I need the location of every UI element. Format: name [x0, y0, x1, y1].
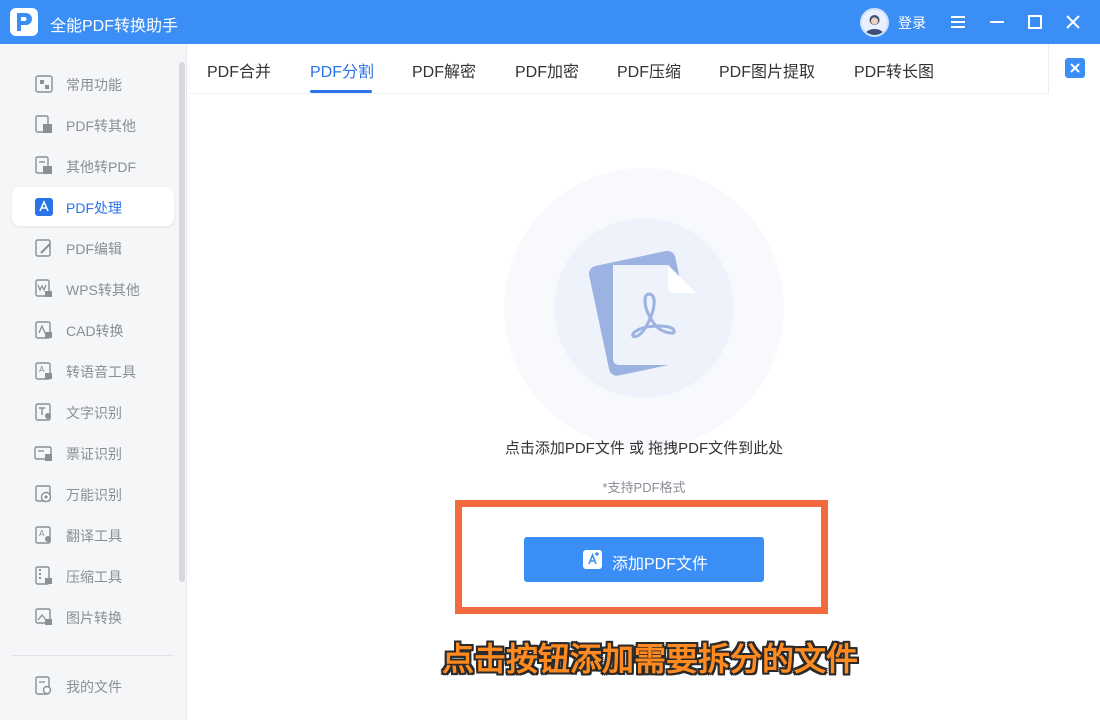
text-ocr-icon [33, 401, 55, 423]
sidebar-item-text-ocr[interactable]: 文字识别 [12, 392, 174, 431]
star-grid-icon [33, 73, 55, 95]
sidebar-item-label: PDF处理 [66, 200, 122, 216]
pdf-edit-icon [33, 237, 55, 259]
tab-pdf-encrypt[interactable]: PDF加密 [515, 58, 579, 82]
tab-pdf-merge[interactable]: PDF合并 [207, 58, 271, 82]
sidebar-item-label: PDF编辑 [66, 241, 122, 257]
sidebar-item-my-files[interactable]: 我的文件 [12, 666, 174, 705]
sidebar-item-universal-ocr[interactable]: 万能识别 [12, 474, 174, 513]
maximize-icon[interactable] [1019, 6, 1051, 38]
sidebar-item-label: 万能识别 [66, 487, 122, 503]
tab-pdf-long-image[interactable]: PDF转长图 [854, 58, 934, 82]
sidebar-item-label: 其他转PDF [66, 159, 136, 175]
pdf-file-illustration-icon[interactable] [503, 167, 785, 449]
svg-text:A: A [39, 529, 45, 538]
sidebar: 常用功能 PDF转其他 其他转PDF PDF处理 PDF编辑 WPS转其他 CA… [0, 44, 187, 720]
zip-icon [33, 565, 55, 587]
my-files-icon [33, 675, 55, 697]
add-file-icon [583, 550, 602, 569]
to-pdf-icon [33, 155, 55, 177]
sidebar-item-pdf-edit[interactable]: PDF编辑 [12, 228, 174, 267]
active-tab-indicator [310, 90, 372, 93]
universal-ocr-icon [33, 483, 55, 505]
tab-pdf-decrypt[interactable]: PDF解密 [412, 58, 476, 82]
tab-pdf-image-extract[interactable]: PDF图片提取 [719, 58, 815, 82]
tutorial-caption: 点击按钮添加需要拆分的文件 [441, 641, 858, 677]
sidebar-item-label: CAD转换 [66, 323, 124, 339]
sidebar-item-wps[interactable]: WPS转其他 [12, 269, 174, 308]
ticket-icon [33, 442, 55, 464]
sidebar-item-label: 文字识别 [66, 405, 122, 421]
drop-hint-text: 点击添加PDF文件 或 拖拽PDF文件到此处 [504, 440, 784, 457]
sidebar-item-pdf-to-other[interactable]: PDF转其他 [12, 105, 174, 144]
wps-icon [33, 278, 55, 300]
sidebar-item-common[interactable]: 常用功能 [12, 64, 174, 103]
sidebar-item-label: 转语音工具 [66, 364, 136, 380]
sidebar-item-cad[interactable]: CAD转换 [12, 310, 174, 349]
tab-bar: PDF合并 PDF分割 PDF解密 PDF加密 PDF压缩 PDF图片提取 PD… [188, 44, 1100, 94]
voice-icon: A [33, 360, 55, 382]
tab-pdf-compress[interactable]: PDF压缩 [617, 58, 681, 82]
cad-icon [33, 319, 55, 341]
supported-format-text: *支持PDF格式 [602, 480, 686, 495]
menu-icon[interactable] [942, 6, 974, 38]
login-link[interactable]: 登录 [898, 13, 926, 33]
pdf-process-icon [33, 196, 55, 218]
sidebar-item-pdf-process[interactable]: PDF处理 [12, 187, 174, 226]
sidebar-item-voice[interactable]: A 转语音工具 [12, 351, 174, 390]
close-panel-button[interactable] [1048, 44, 1100, 94]
translate-icon: A [33, 524, 55, 546]
image-convert-icon [33, 606, 55, 628]
sidebar-item-label: 我的文件 [66, 679, 122, 695]
user-avatar-icon[interactable] [860, 8, 889, 37]
sidebar-item-image-convert[interactable]: 图片转换 [12, 597, 174, 636]
sidebar-item-label: 图片转换 [66, 610, 122, 626]
title-bar: 全能PDF转换助手 登录 [0, 0, 1100, 44]
sidebar-scrollbar[interactable] [179, 62, 185, 582]
app-logo-icon [10, 8, 38, 36]
app-title: 全能PDF转换助手 [50, 18, 179, 35]
sidebar-item-label: WPS转其他 [66, 282, 140, 298]
sidebar-item-label: 压缩工具 [66, 569, 122, 585]
sidebar-item-label: 翻译工具 [66, 528, 122, 544]
sidebar-item-label: PDF转其他 [66, 118, 136, 134]
add-pdf-button[interactable]: 添加PDF文件 [524, 537, 764, 582]
tab-pdf-split[interactable]: PDF分割 [310, 58, 374, 82]
sidebar-item-label: 常用功能 [66, 77, 122, 93]
sidebar-item-compress[interactable]: 压缩工具 [12, 556, 174, 595]
svg-text:A: A [39, 365, 45, 374]
sidebar-item-other-to-pdf[interactable]: 其他转PDF [12, 146, 174, 185]
sidebar-item-label: 票证识别 [66, 446, 122, 462]
close-icon [1065, 58, 1085, 78]
minimize-icon[interactable] [981, 6, 1013, 38]
sidebar-item-translate[interactable]: A 翻译工具 [12, 515, 174, 554]
sidebar-item-ticket[interactable]: 票证识别 [12, 433, 174, 472]
close-icon[interactable] [1057, 6, 1089, 38]
add-pdf-button-label: 添加PDF文件 [612, 556, 709, 573]
sidebar-divider [12, 655, 174, 656]
pdf-convert-icon [33, 114, 55, 136]
